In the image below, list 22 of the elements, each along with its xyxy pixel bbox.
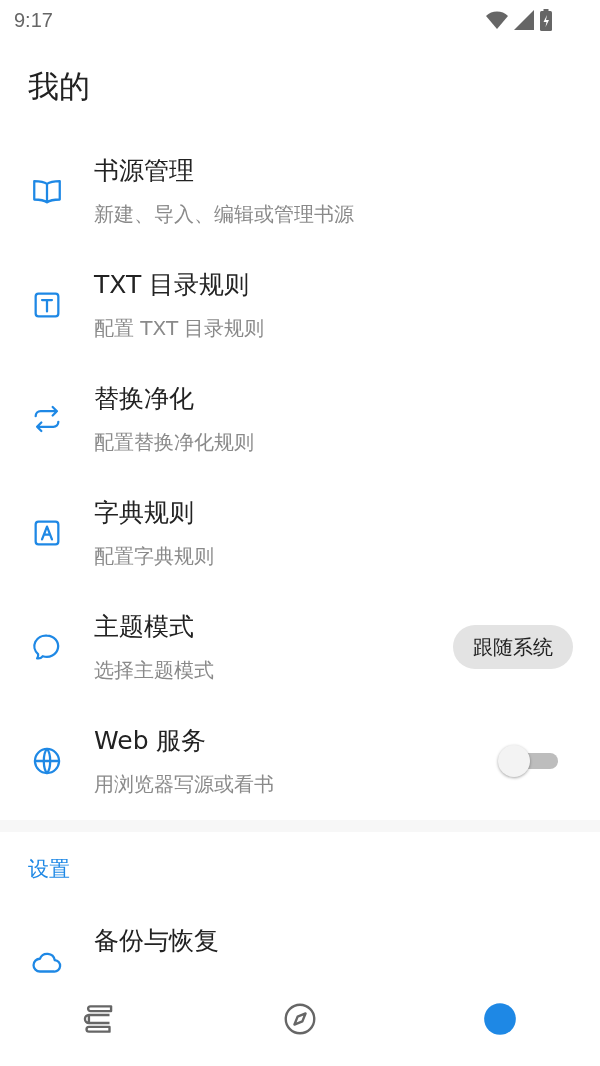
wifi-icon [486, 11, 508, 29]
item-title[interactable]: Web 服务 [94, 724, 207, 757]
battery-icon [540, 9, 552, 31]
item-title[interactable]: 主题模式 [94, 610, 194, 643]
section-header: 设置 [27, 856, 71, 883]
item-title[interactable]: 备份与恢复 [94, 924, 219, 957]
item-subtitle: 配置替换净化规则 [94, 429, 254, 456]
item-title[interactable]: 书源管理 [94, 154, 194, 187]
item-title[interactable]: 替换净化 [94, 382, 194, 415]
item-subtitle: 新建、导入、编辑或管理书源 [94, 201, 354, 228]
item-title[interactable]: TXT 目录规则 [94, 268, 250, 301]
item-subtitle: 配置字典规则 [94, 543, 214, 570]
web-service-switch[interactable] [498, 743, 558, 779]
signal-icon [514, 10, 534, 30]
item-subtitle: 选择主题模式 [94, 657, 214, 684]
item-subtitle: 用浏览器写源或看书 [94, 771, 274, 798]
theme-mode-chip[interactable]: 跟随系统 [453, 625, 573, 669]
page-title: 我的 [27, 67, 91, 106]
item-subtitle: 配置 TXT 目录规则 [94, 315, 265, 342]
item-title[interactable]: 字典规则 [94, 496, 194, 529]
profile-icon [481, 1000, 519, 1038]
status-time: 9:17 [14, 8, 53, 32]
